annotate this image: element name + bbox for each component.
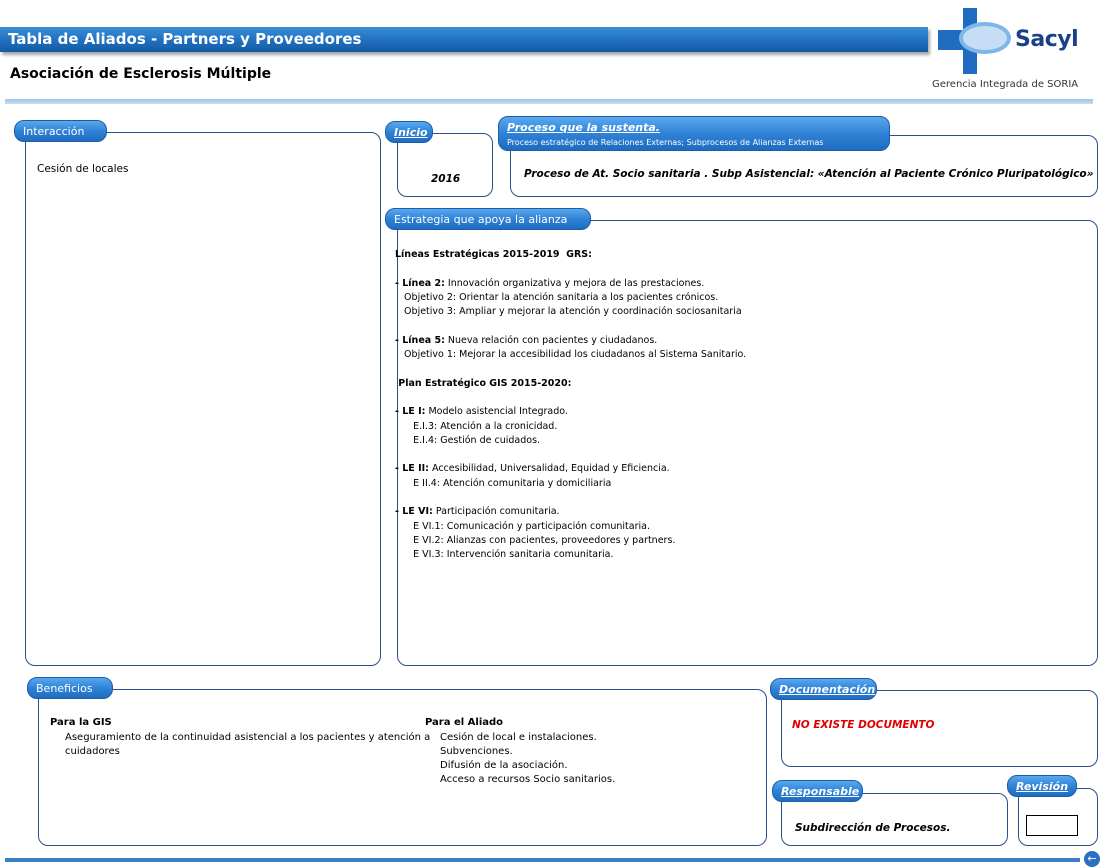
estrategia-line [395, 391, 1075, 405]
page-title: Tabla de Aliados - Partners y Proveedore… [8, 30, 362, 48]
beneficios-gis-text-2: cuidadores [65, 746, 120, 757]
interaccion-content: Cesión de locales [37, 163, 129, 175]
estrategia-line: E VI.1: Comunicación y participación com… [395, 520, 1075, 534]
estrategia-line-heading: - Línea 5: [395, 334, 445, 346]
revision-value-box[interactable] [1026, 815, 1078, 836]
revision-label[interactable]: Revisión [1007, 775, 1077, 797]
estrategia-line-text [395, 320, 398, 331]
estrategia-line-heading: Plan Estratégico GIS 2015-2020: [395, 377, 572, 389]
beneficios-aliado-item: Subvenciones. [440, 746, 513, 757]
proceso-sublabel: Proceso estratégico de Relaciones Extern… [507, 138, 824, 147]
beneficios-label: Beneficios [27, 677, 113, 699]
estrategia-line: E.I.4: Gestión de cuidados. [395, 434, 1075, 448]
interaccion-label: Interacción [14, 120, 107, 142]
estrategia-line-text: Objetivo 1: Mejorar la accesibilidad los… [395, 349, 747, 361]
estrategia-line-text: Accesibilidad, Universalidad, Equidad y … [428, 463, 670, 475]
beneficios-aliado-item: Acceso a recursos Socio sanitarios. [440, 774, 616, 785]
estrategia-line: Objetivo 1: Mejorar la accesibilidad los… [395, 348, 1075, 362]
interaccion-panel [25, 132, 381, 666]
estrategia-line-heading: - LE II: [395, 463, 429, 475]
estrategia-line-text: E II.4: Atención comunitaria y domicilia… [395, 477, 612, 489]
responsable-label[interactable]: Responsable [772, 780, 863, 802]
estrategia-line-text: Objetivo 3: Ampliar y mejorar la atenció… [395, 306, 742, 318]
documentacion-value: NO EXISTE DOCUMENTO [792, 719, 935, 731]
estrategia-line: - LE VI: Participación comunitaria. [395, 505, 1075, 519]
beneficios-gis-title: Para la GIS [50, 717, 112, 728]
estrategia-line: Objetivo 2: Orientar la atención sanitar… [395, 291, 1075, 305]
proceso-value: Proceso de At. Socio sanitaria . Subp As… [524, 168, 1094, 180]
estrategia-line: E II.4: Atención comunitaria y domicilia… [395, 477, 1075, 491]
estrategia-line-text: Participación comunitaria. [432, 506, 560, 518]
estrategia-line-text: Modelo asistencial Integrado. [425, 406, 568, 418]
estrategia-line-text [395, 492, 398, 503]
footer-divider [5, 858, 1080, 862]
estrategia-line: - Línea 5: Nueva relación con pacientes … [395, 334, 1075, 348]
estrategia-line-heading: Líneas Estratégicas 2015-2019 GRS: [395, 249, 592, 260]
estrategia-line: Objetivo 3: Ampliar y mejorar la atenció… [395, 305, 1075, 319]
estrategia-line [395, 491, 1075, 505]
estrategia-line-text [395, 392, 398, 403]
estrategia-line [395, 362, 1075, 376]
estrategia-line-text: E VI.3: Intervención sanitaria comunitar… [395, 549, 614, 561]
inicio-label[interactable]: Inicio [385, 121, 433, 143]
documentacion-label[interactable]: Documentación [770, 678, 877, 700]
estrategia-line [395, 319, 1075, 333]
estrategia-line-text: E.I.3: Atención a la cronicidad. [395, 420, 558, 432]
estrategia-line: - Línea 2: Innovación organizativa y mej… [395, 277, 1075, 291]
estrategia-line-text: Objetivo 2: Orientar la atención sanitar… [395, 291, 719, 303]
page-subtitle: Asociación de Esclerosis Múltiple [10, 66, 272, 82]
beneficios-aliado-item: Difusión de la asociación. [440, 760, 568, 771]
logo-name: Sacyl [1015, 27, 1079, 52]
header-divider [5, 99, 1093, 104]
estrategia-line-text: Innovación organizativa y mejora de las … [444, 277, 705, 289]
logo-caption: Gerencia Integrada de SORIA [932, 79, 1079, 90]
beneficios-aliado-title: Para el Aliado [425, 717, 504, 728]
estrategia-line: Líneas Estratégicas 2015-2019 GRS: [395, 248, 1075, 262]
beneficios-aliado-item: Cesión de local e instalaciones. [440, 732, 597, 743]
beneficios-panel [38, 689, 767, 846]
page-title-bar: Tabla de Aliados - Partners y Proveedore… [0, 27, 928, 52]
estrategia-label: Estrategia que apoya la alianza [385, 208, 591, 230]
estrategia-line-heading: - LE I: [395, 406, 426, 418]
estrategia-line: Plan Estratégico GIS 2015-2020: [395, 377, 1075, 391]
estrategia-line-heading: - LE VI: [395, 506, 433, 518]
estrategia-line-text: E VI.1: Comunicación y participación com… [395, 520, 650, 532]
estrategia-line-text [395, 363, 398, 374]
estrategia-line-text: Nueva relación con pacientes y ciudadano… [444, 334, 658, 346]
estrategia-line-text [395, 263, 398, 274]
estrategia-line-text: E.I.4: Gestión de cuidados. [395, 434, 541, 446]
inicio-value: 2016 [431, 173, 461, 185]
estrategia-line-heading: - Línea 2: [395, 277, 445, 289]
proceso-label-pill[interactable]: Proceso que la sustenta. Proceso estraté… [498, 116, 890, 151]
estrategia-line: - LE I: Modelo asistencial Integrado. [395, 405, 1075, 419]
sacyl-logo-icon [938, 8, 1011, 74]
back-arrow-icon[interactable]: ← [1084, 851, 1100, 867]
estrategia-content: Líneas Estratégicas 2015-2019 GRS: - Lín… [395, 248, 1075, 563]
estrategia-line-text: E VI.2: Alianzas con pacientes, proveedo… [395, 534, 676, 546]
beneficios-gis-text-1: Aseguramiento de la continuidad asistenc… [65, 732, 431, 743]
estrategia-line: E VI.2: Alianzas con pacientes, proveedo… [395, 534, 1075, 548]
estrategia-line: - LE II: Accesibilidad, Universalidad, E… [395, 462, 1075, 476]
estrategia-line: E.I.3: Atención a la cronicidad. [395, 420, 1075, 434]
estrategia-line: E VI.3: Intervención sanitaria comunitar… [395, 548, 1075, 562]
responsable-value: Subdirección de Procesos. [795, 822, 951, 834]
estrategia-line-text [395, 449, 398, 460]
proceso-label[interactable]: Proceso que la sustenta. [507, 121, 660, 134]
estrategia-line [395, 262, 1075, 276]
estrategia-line [395, 448, 1075, 462]
